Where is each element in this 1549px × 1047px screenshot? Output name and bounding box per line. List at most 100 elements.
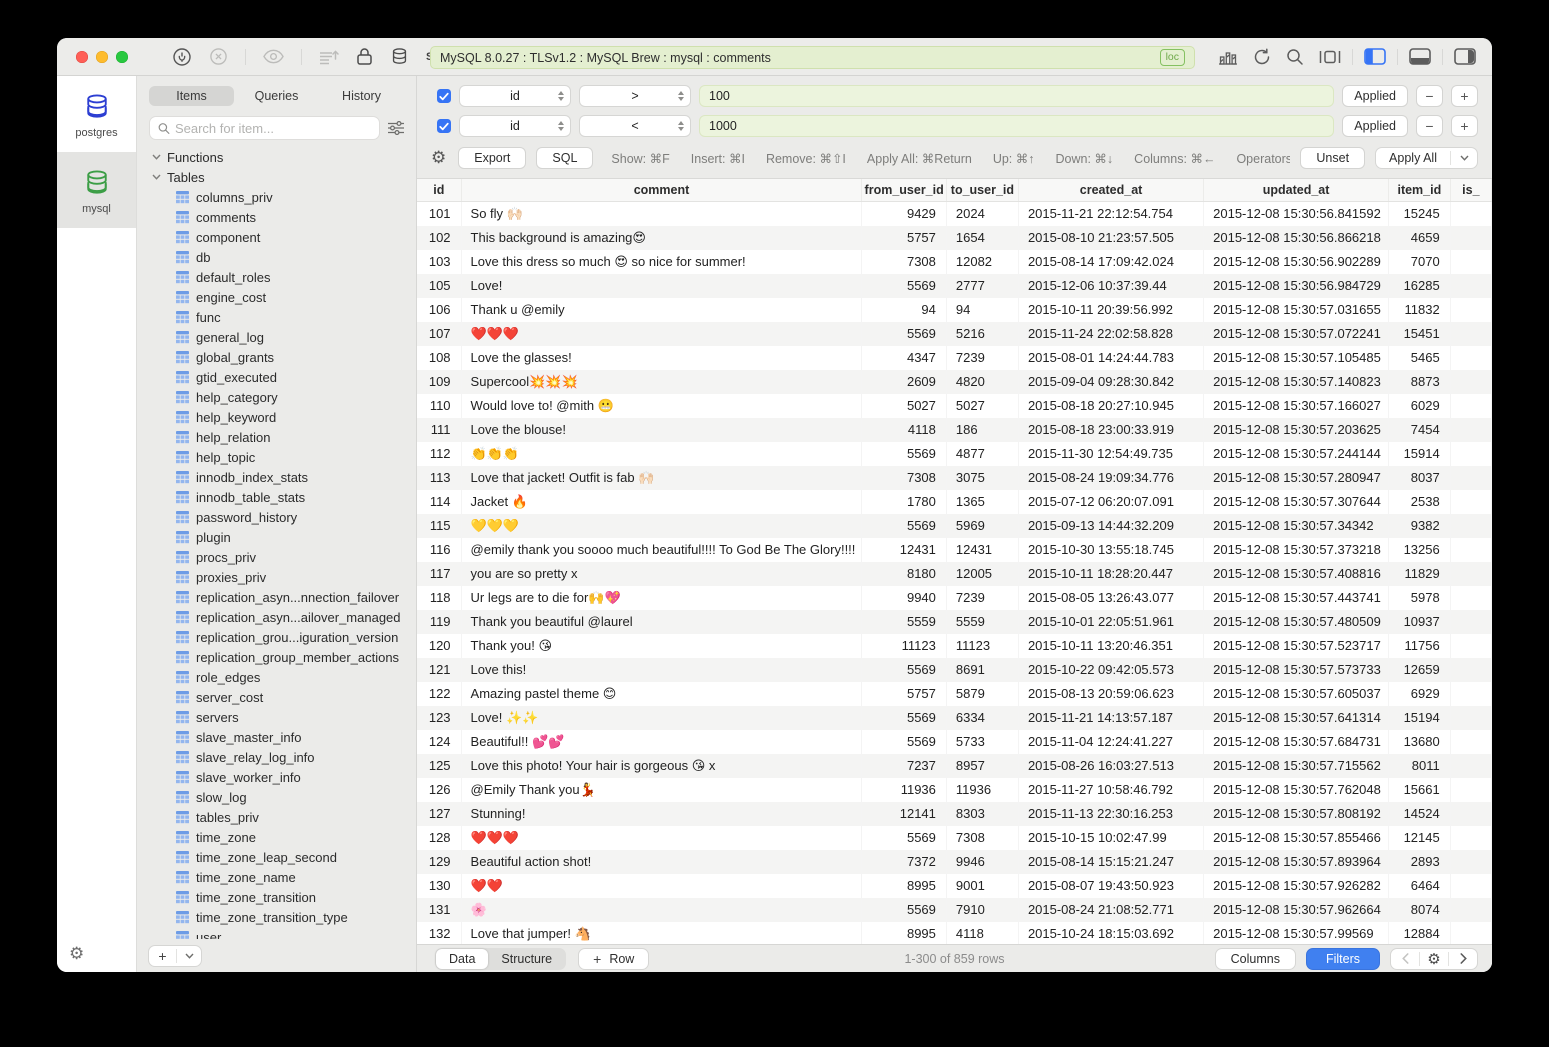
plus-icon[interactable]: + (149, 948, 176, 964)
cell-is[interactable] (1450, 634, 1491, 658)
cell-id[interactable]: 109 (417, 370, 461, 394)
cell-from_user_id[interactable]: 5569 (862, 442, 946, 466)
table-row[interactable]: 101So fly 🙌🏻942920242015-11-21 22:12:54.… (417, 201, 1492, 226)
cell-item_id[interactable]: 12659 (1389, 658, 1451, 682)
connection-mysql[interactable]: mysql (57, 152, 136, 228)
cell-is[interactable] (1450, 538, 1491, 562)
cell-from_user_id[interactable]: 9429 (862, 201, 946, 226)
cell-id[interactable]: 122 (417, 682, 461, 706)
preview-eye-icon[interactable] (263, 49, 284, 64)
applied-button[interactable]: Applied (1342, 115, 1408, 137)
cell-id[interactable]: 128 (417, 826, 461, 850)
cell-is[interactable] (1450, 201, 1491, 226)
cell-is[interactable] (1450, 322, 1491, 346)
cell-from_user_id[interactable]: 2609 (862, 370, 946, 394)
cell-id[interactable]: 127 (417, 802, 461, 826)
cell-item_id[interactable]: 6029 (1389, 394, 1451, 418)
cell-updated_at[interactable]: 2015-12-08 15:30:57.244144 (1204, 442, 1389, 466)
sidebar-table-item[interactable]: role_edges (137, 667, 416, 687)
sidebar-table-item[interactable]: password_history (137, 507, 416, 527)
cell-id[interactable]: 132 (417, 922, 461, 945)
cell-comment[interactable]: Love that jumper! 🐴 (461, 922, 862, 945)
cell-to_user_id[interactable]: 4118 (946, 922, 1018, 945)
cell-is[interactable] (1450, 586, 1491, 610)
cell-from_user_id[interactable]: 7237 (862, 754, 946, 778)
cell-from_user_id[interactable]: 5027 (862, 394, 946, 418)
cell-item_id[interactable]: 5465 (1389, 346, 1451, 370)
cell-is[interactable] (1450, 706, 1491, 730)
cell-created_at[interactable]: 2015-10-30 13:55:18.745 (1018, 538, 1203, 562)
cell-to_user_id[interactable]: 12082 (946, 250, 1018, 274)
cell-id[interactable]: 107 (417, 322, 461, 346)
cell-item_id[interactable]: 11832 (1389, 298, 1451, 322)
cell-id[interactable]: 103 (417, 250, 461, 274)
cell-updated_at[interactable]: 2015-12-08 15:30:57.105485 (1204, 346, 1389, 370)
cell-created_at[interactable]: 2015-10-22 09:42:05.573 (1018, 658, 1203, 682)
cell-item_id[interactable]: 9382 (1389, 514, 1451, 538)
cell-comment[interactable]: 🌸 (461, 898, 862, 922)
tree-group-functions[interactable]: Functions (137, 147, 416, 167)
filter-field-select[interactable]: id (459, 85, 571, 107)
cell-is[interactable] (1450, 922, 1491, 945)
toggle-right-panel-icon[interactable] (1454, 48, 1476, 65)
refresh-icon[interactable] (1253, 48, 1271, 66)
cell-updated_at[interactable]: 2015-12-08 15:30:57.140823 (1204, 370, 1389, 394)
cell-item_id[interactable]: 5978 (1389, 586, 1451, 610)
cell-id[interactable]: 105 (417, 274, 461, 298)
cell-id[interactable]: 114 (417, 490, 461, 514)
column-header-created_at[interactable]: created_at (1018, 179, 1203, 201)
table-row[interactable]: 103Love this dress so much 😍 so nice for… (417, 250, 1492, 274)
cell-created_at[interactable]: 2015-10-01 22:05:51.961 (1018, 610, 1203, 634)
cell-id[interactable]: 125 (417, 754, 461, 778)
cell-to_user_id[interactable]: 7239 (946, 346, 1018, 370)
table-row[interactable]: 119Thank you beautiful @laurel5559555920… (417, 610, 1492, 634)
cell-from_user_id[interactable]: 7372 (862, 850, 946, 874)
database-icon[interactable] (390, 47, 409, 66)
table-row[interactable]: 109Supercool💥💥💥260948202015-09-04 09:28:… (417, 370, 1492, 394)
cell-to_user_id[interactable]: 6334 (946, 706, 1018, 730)
cell-comment[interactable]: Thank you beautiful @laurel (461, 610, 862, 634)
cell-created_at[interactable]: 2015-08-14 17:09:42.024 (1018, 250, 1203, 274)
sidebar-table-item[interactable]: replication_grou...iguration_version (137, 627, 416, 647)
table-row[interactable]: 105Love!556927772015-12-06 10:37:39.4420… (417, 274, 1492, 298)
table-row[interactable]: 122Amazing pastel theme 😊575758792015-08… (417, 682, 1492, 706)
cell-id[interactable]: 120 (417, 634, 461, 658)
cell-created_at[interactable]: 2015-08-10 21:23:57.505 (1018, 226, 1203, 250)
cell-from_user_id[interactable]: 11936 (862, 778, 946, 802)
cell-created_at[interactable]: 2015-08-24 21:08:52.771 (1018, 898, 1203, 922)
cell-updated_at[interactable]: 2015-12-08 15:30:57.893964 (1204, 850, 1389, 874)
cell-item_id[interactable]: 15661 (1389, 778, 1451, 802)
cell-updated_at[interactable]: 2015-12-08 15:30:57.99569 (1204, 922, 1389, 945)
sidebar-table-item[interactable]: comments (137, 207, 416, 227)
cell-from_user_id[interactable]: 5569 (862, 730, 946, 754)
toggle-left-panel-icon[interactable] (1364, 48, 1386, 65)
tab-history[interactable]: History (319, 86, 404, 106)
sidebar-table-item[interactable]: plugin (137, 527, 416, 547)
sidebar-table-item[interactable]: gtid_executed (137, 367, 416, 387)
sidebar-table-item[interactable]: global_grants (137, 347, 416, 367)
cell-is[interactable] (1450, 610, 1491, 634)
table-row[interactable]: 112👏👏👏556948772015-11-30 12:54:49.735201… (417, 442, 1492, 466)
cell-updated_at[interactable]: 2015-12-08 15:30:57.523717 (1204, 634, 1389, 658)
cell-item_id[interactable]: 15451 (1389, 322, 1451, 346)
close-window-button[interactable] (76, 51, 88, 63)
sidebar-table-item[interactable]: slave_master_info (137, 727, 416, 747)
cell-id[interactable]: 111 (417, 418, 461, 442)
cell-created_at[interactable]: 2015-10-15 10:02:47.99 (1018, 826, 1203, 850)
tab-items[interactable]: Items (149, 86, 234, 106)
cell-id[interactable]: 106 (417, 298, 461, 322)
sidebar-table-item[interactable]: help_relation (137, 427, 416, 447)
cell-created_at[interactable]: 2015-08-05 13:26:43.077 (1018, 586, 1203, 610)
stats-chart-icon[interactable] (1218, 48, 1238, 65)
table-row[interactable]: 127Stunning!1214183032015-11-13 22:30:16… (417, 802, 1492, 826)
apply-all-button[interactable]: Apply All (1375, 147, 1478, 169)
remove-filter-button[interactable]: − (1416, 115, 1443, 137)
cell-comment[interactable]: 👏👏👏 (461, 442, 862, 466)
cell-to_user_id[interactable]: 5027 (946, 394, 1018, 418)
cell-created_at[interactable]: 2015-11-04 12:24:41.227 (1018, 730, 1203, 754)
tab-structure[interactable]: Structure (488, 949, 565, 969)
data-grid[interactable]: idcommentfrom_user_idto_user_idcreated_a… (417, 178, 1492, 944)
table-row[interactable]: 132Love that jumper! 🐴899541182015-10-24… (417, 922, 1492, 945)
cell-to_user_id[interactable]: 9001 (946, 874, 1018, 898)
cell-to_user_id[interactable]: 8691 (946, 658, 1018, 682)
